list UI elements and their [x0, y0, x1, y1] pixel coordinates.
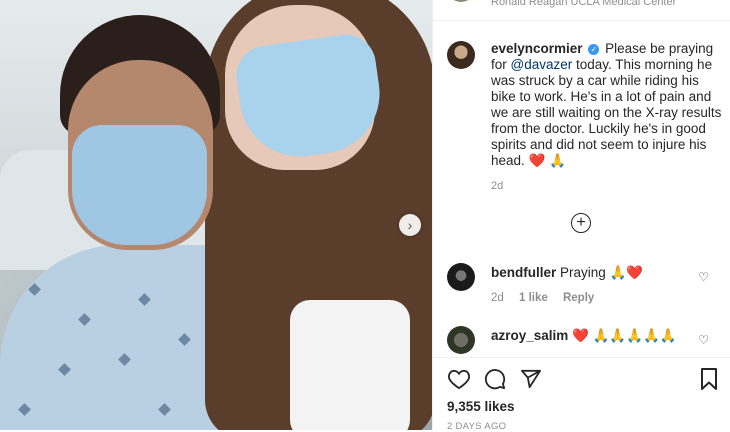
next-photo-button[interactable]: ›: [399, 214, 421, 236]
comment-likes[interactable]: 1 like: [519, 292, 548, 304]
header-divider: [433, 20, 730, 21]
comment-avatar-bendfuller[interactable]: [447, 263, 475, 291]
post-actions-bar: [447, 367, 719, 393]
comment-like-heart-icon[interactable]: ♡: [698, 334, 709, 346]
bookmark-icon[interactable]: [699, 367, 719, 391]
caption-text-rest: today. This morning he was struck by a c…: [491, 57, 722, 168]
post-caption: evelyncormier ✓ Please be praying for @d…: [491, 41, 723, 169]
comment-text: Praying 🙏❤️: [560, 265, 644, 280]
likes-count[interactable]: 9,355 likes: [447, 399, 515, 414]
post-detail-panel: Ronald Reagan UCLA Medical Center evelyn…: [432, 0, 730, 432]
comment-avatar-azroy[interactable]: [447, 326, 475, 354]
author-avatar[interactable]: [447, 41, 475, 69]
comment-azroy: azroy_salim ❤️ 🙏🙏🙏🙏🙏: [491, 328, 677, 344]
comment-username[interactable]: azroy_salim: [491, 328, 568, 343]
plus-circle-icon: +: [576, 214, 586, 231]
caption-timestamp[interactable]: 2d: [491, 180, 503, 192]
man-face-mask: [72, 125, 207, 245]
actions-divider: [433, 357, 730, 358]
load-more-comments-button[interactable]: +: [571, 213, 591, 233]
heart-icon[interactable]: [447, 367, 471, 391]
paper-plane-icon[interactable]: [519, 367, 543, 391]
comment-bendfuller: bendfuller Praying 🙏❤️: [491, 265, 643, 281]
post-location[interactable]: Ronald Reagan UCLA Medical Center: [491, 0, 676, 8]
caption-emoji: ❤️ 🙏: [528, 153, 566, 168]
comment-meta: 2d 1 like Reply: [491, 292, 606, 304]
header-avatar[interactable]: [447, 0, 475, 2]
post-photo[interactable]: ›: [0, 0, 432, 430]
comment-reply-button[interactable]: Reply: [563, 292, 594, 304]
comment-timestamp[interactable]: 2d: [491, 292, 504, 304]
comment-icon[interactable]: [483, 367, 507, 391]
post-date[interactable]: 2 DAYS AGO: [447, 421, 506, 432]
verified-badge-icon: ✓: [588, 44, 600, 55]
caption-mention-link[interactable]: @davazer: [511, 57, 573, 72]
author-username[interactable]: evelyncormier: [491, 41, 583, 56]
comment-like-heart-icon[interactable]: ♡: [698, 271, 709, 283]
comment-text: ❤️ 🙏🙏🙏🙏🙏: [572, 328, 677, 343]
woman-shirt: [290, 300, 410, 430]
comment-username[interactable]: bendfuller: [491, 265, 556, 280]
chevron-right-icon: ›: [407, 217, 413, 233]
